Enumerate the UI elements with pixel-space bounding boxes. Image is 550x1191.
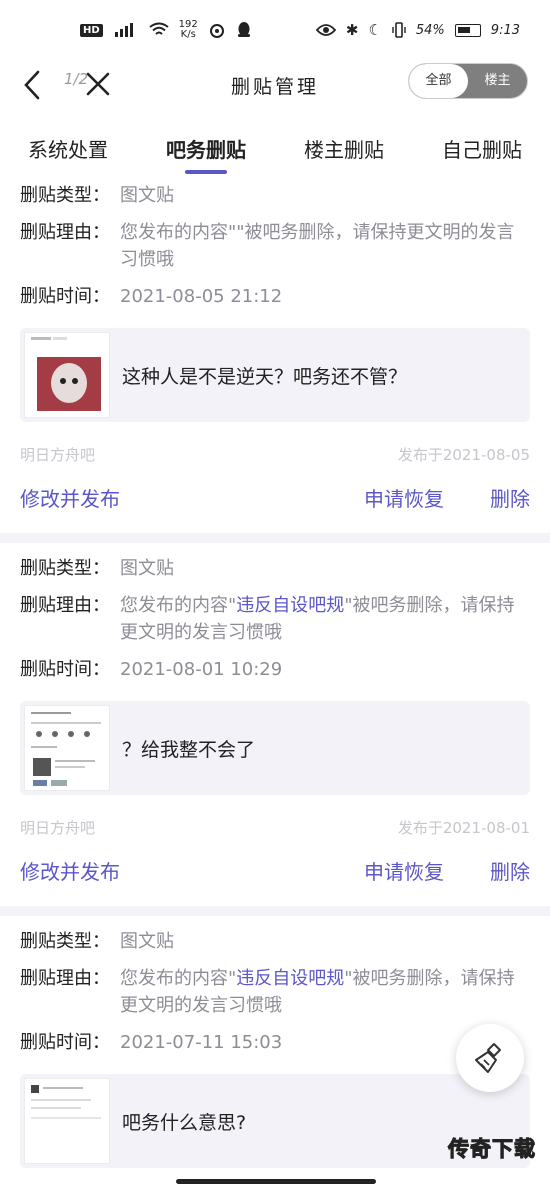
publish-date: 发布于2021-08-05 [397,446,530,464]
rule-link[interactable]: 违反自设吧规 [236,968,344,989]
field-time: 删贴时间： 2021-08-01 10:29 [20,656,530,683]
field-type-value: 图文贴 [120,931,174,952]
field-reason: 删贴理由： 您发布的内容""被吧务删除，请保持更文明的发言习惯哦 [20,219,530,273]
field-type-label: 删贴类型： [20,558,110,579]
rule-link[interactable]: 违反自设吧规 [236,595,344,616]
appeal-restore-button[interactable]: 申请恢复 [364,856,444,906]
net-speed-unit: K/s [180,29,196,40]
field-time: 删贴时间： 2021-08-05 21:12 [20,283,530,310]
deleted-post-record: 删贴类型： 图文贴 删贴理由： 您发布的内容""被吧务删除，请保持更文明的发言习… [0,182,550,533]
status-left: HD 192 K/s [80,20,252,40]
appeal-restore-button[interactable]: 申请恢复 [364,483,444,533]
post-meta: 明日方舟吧 发布于2021-08-01 [20,817,530,838]
post-card[interactable]: ？给我整不会了 [20,701,530,795]
field-reason-label: 删贴理由： [20,222,110,243]
segment-all[interactable]: 全部 [409,64,468,98]
reason-prefix: 您发布的内容" [120,968,237,989]
publish-date: 发布于2021-08-01 [397,819,530,837]
post-thumbnail [24,1078,110,1164]
edit-republish-button[interactable]: 修改并发布 [20,483,120,533]
field-type-label: 删贴类型： [20,931,110,952]
field-time-label: 删贴时间： [20,286,110,307]
post-text: 吧务什么意思? [122,1111,247,1134]
field-time: 删贴时间： 2021-07-11 15:03 [20,1029,530,1056]
post-thumbnail [24,705,110,791]
vibrate-icon [392,22,406,38]
action-row: 修改并发布 申请恢复 删除 [20,856,530,906]
field-reason-label: 删贴理由： [20,968,110,989]
status-right: ✱ ☾ 54% 9:13 [315,21,520,39]
watermark-logo: 传奇下载 [448,1137,536,1162]
tab-admin-deleted-label: 吧务删贴 [166,138,246,162]
broom-icon [475,1043,501,1073]
clock: 9:13 [490,22,520,38]
delete-button[interactable]: 删除 [490,856,530,906]
bluetooth-icon: ✱ [345,21,359,39]
field-time-value: 2021-08-01 10:29 [120,659,283,680]
deleted-post-record: 删贴类型： 图文贴 删贴理由： 您发布的内容"违反自设吧规"被吧务删除，请保持更… [0,543,550,906]
field-type-value: 图文贴 [120,185,174,206]
wifi-icon [149,22,169,35]
action-row: 修改并发布 申请恢复 删除 [20,483,530,533]
field-type: 删贴类型： 图文贴 [20,555,530,582]
thumbnail-image-icon [31,337,101,411]
battery-percent: 54% [415,22,445,38]
hd-badge: HD [80,23,103,37]
field-type-label: 删贴类型： [20,185,110,206]
divider [0,906,550,916]
battery-icon [454,23,481,37]
field-reason-label: 删贴理由： [20,595,110,616]
clean-floating-button[interactable] [456,1024,524,1092]
nav-bar: 1/2 删贴管理 全部 楼主 [0,60,550,110]
delete-button[interactable]: 删除 [490,483,530,533]
eye-icon [315,24,336,36]
field-type: 删贴类型： 图文贴 [20,182,530,209]
reason-text: 您发布的内容""被吧务删除，请保持更文明的发言习惯哦 [120,222,515,270]
edit-republish-button[interactable]: 修改并发布 [20,856,120,906]
field-reason-value: 您发布的内容""被吧务删除，请保持更文明的发言习惯哦 [120,219,530,273]
thumbnail-screenshot-icon [31,1085,101,1119]
post-text: ？给我整不会了 [122,738,256,761]
tab-admin-deleted[interactable]: 吧务删贴 [166,110,246,182]
field-reason-value: 您发布的内容"违反自设吧规"被吧务删除，请保持更文明的发言习惯哦 [120,965,530,1019]
field-reason: 删贴理由： 您发布的内容"违反自设吧规"被吧务删除，请保持更文明的发言习惯哦 [20,965,530,1019]
tab-owner-deleted[interactable]: 楼主删贴 [304,110,384,182]
field-reason-value: 您发布的内容"违反自设吧规"被吧务删除，请保持更文明的发言习惯哦 [120,592,530,646]
forum-name[interactable]: 明日方舟吧 [20,817,95,838]
tab-bar: 系统处置 吧务删贴 楼主删贴 自己删贴 [0,110,550,182]
post-meta: 明日方舟吧 发布于2021-08-05 [20,444,530,465]
weibo-icon [209,24,224,38]
divider [0,533,550,543]
status-bar: HD 192 K/s ✱ ☾ 54% 9:13 [0,0,550,60]
field-time-value: 2021-08-05 21:12 [120,286,283,307]
home-indicator[interactable] [176,1179,376,1184]
net-speed: 192 K/s [179,20,198,40]
segment-owner[interactable]: 楼主 [468,64,527,98]
cellular-signal-icon [114,23,133,37]
field-time-label: 删贴时间： [20,1032,110,1053]
tab-system[interactable]: 系统处置 [28,110,108,182]
field-time-label: 删贴时间： [20,659,110,680]
filter-segmented-control: 全部 楼主 [408,63,528,99]
post-card[interactable]: 这种人是不是逆天？吧务还不管？ [20,328,530,422]
field-reason: 删贴理由： 您发布的内容"违反自设吧规"被吧务删除，请保持更文明的发言习惯哦 [20,592,530,646]
field-type-value: 图文贴 [120,558,174,579]
post-text: 这种人是不是逆天？吧务还不管？ [122,365,408,388]
tab-self-deleted[interactable]: 自己删贴 [442,110,522,182]
tab-indicator [185,170,227,174]
reason-prefix: 您发布的内容" [120,595,237,616]
thumbnail-screenshot-icon [31,712,101,786]
moon-icon: ☾ [368,21,382,39]
qq-icon [237,22,250,37]
forum-name[interactable]: 明日方舟吧 [20,444,95,465]
field-type: 删贴类型： 图文贴 [20,928,530,955]
post-thumbnail [24,332,110,418]
